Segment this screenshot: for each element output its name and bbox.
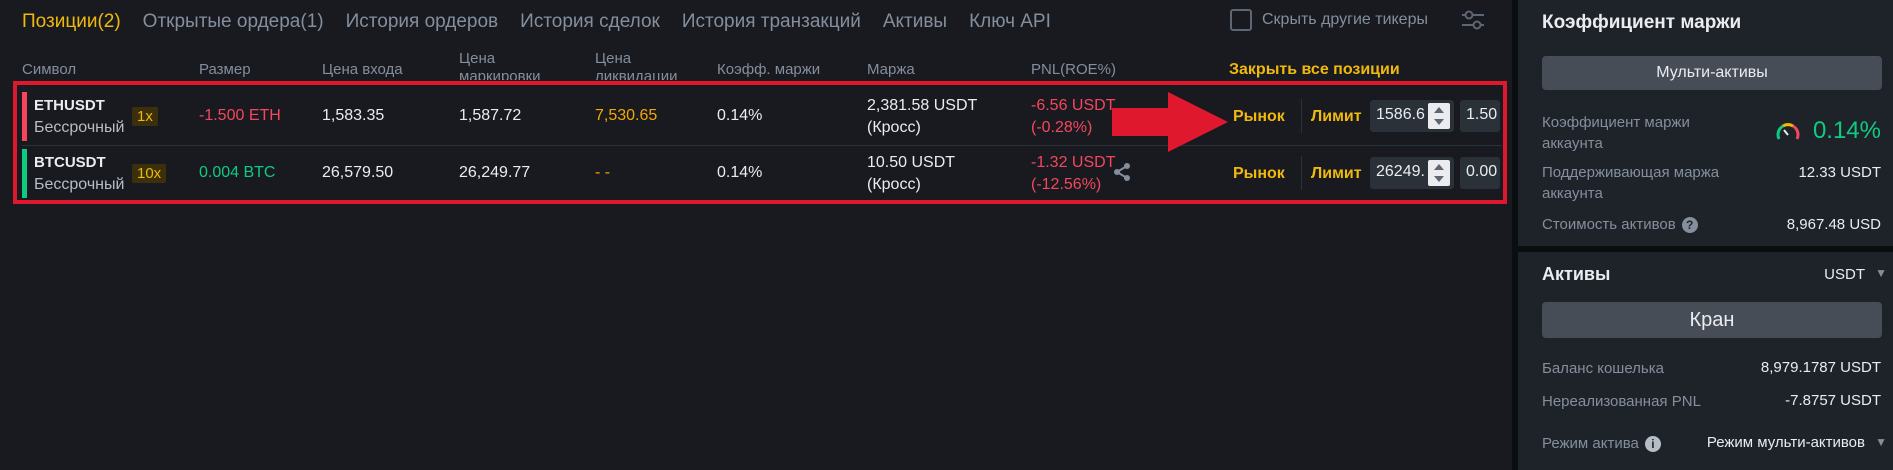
asset-value-row: Стоимость активов? [1542,214,1698,235]
maintenance-margin-label: Поддерживающая маржа аккаунта [1542,164,1720,202]
wallet-balance-label: Баланс кошелька [1542,360,1664,377]
gauge-icon [1776,123,1800,140]
multi-assets-button[interactable]: Мульти-активы [1542,56,1882,90]
tab-bar: Позиции(2) Открытые ордера(1) История ор… [22,0,1073,44]
tab-transaction-history[interactable]: История транзакций [682,11,861,33]
tab-open-orders[interactable]: Открытые ордера(1) [143,11,324,33]
tab-trade-history[interactable]: История сделок [520,11,660,33]
close-all-positions-button[interactable]: Закрыть все позиции [1229,61,1400,79]
unrealized-pnl-value: -7.8757 USDT [1785,392,1881,409]
chevron-down-icon[interactable]: ▼ [1875,435,1887,449]
hide-other-tickers[interactable]: Скрыть другие тикеры [1230,9,1428,31]
info-icon[interactable]: i [1644,436,1661,453]
asset-value: 8,967.48 USD [1786,216,1881,233]
tab-assets[interactable]: Активы [883,11,947,33]
tab-api-key[interactable]: Ключ API [969,11,1051,33]
margin-side-panel: Коэффициент маржи Мульти-активы Коэффици… [1518,0,1893,470]
hide-tickers-checkbox[interactable] [1230,9,1252,31]
maintenance-margin-value: 12.33 USDT [1798,164,1881,181]
wallet-balance-value: 8,979.1787 USDT [1760,359,1881,376]
info-icon[interactable]: ? [1681,217,1698,234]
asset-mode-row: Режим актива i [1542,433,1661,454]
hide-tickers-label: Скрыть другие тикеры [1262,11,1428,28]
asset-mode-label: Режим актива [1542,435,1639,452]
red-arrow-annotation [1112,92,1228,152]
tab-order-history[interactable]: История ордеров [346,11,499,33]
account-margin-ratio-label: Коэффициент маржи аккаунта [1542,114,1690,152]
highlight-frame [13,81,1507,204]
filter-settings-icon[interactable] [1460,8,1486,32]
unrealized-pnl-label: Нереализованная PNL [1542,393,1701,410]
positions-panel: Позиции(2) Открытые ордера(1) История ор… [0,0,1512,470]
chevron-down-icon[interactable]: ▼ [1875,266,1887,280]
asset-value-label: Стоимость активов [1542,216,1676,233]
asset-mode-select[interactable]: Режим мульти-активов [1707,434,1865,451]
section-divider [1518,246,1893,252]
account-margin-ratio-value: 0.14% [1812,117,1881,144]
col-liq-price: Цена ликвидации [595,50,678,80]
assets-currency-select[interactable]: USDT [1824,266,1865,283]
col-mark-price: Цена маркировки [459,50,541,80]
faucet-button[interactable]: Кран [1542,302,1882,338]
tab-positions[interactable]: Позиции(2) [22,11,121,33]
assets-title: Активы [1542,264,1611,284]
margin-ratio-title: Коэффициент маржи [1542,12,1742,33]
